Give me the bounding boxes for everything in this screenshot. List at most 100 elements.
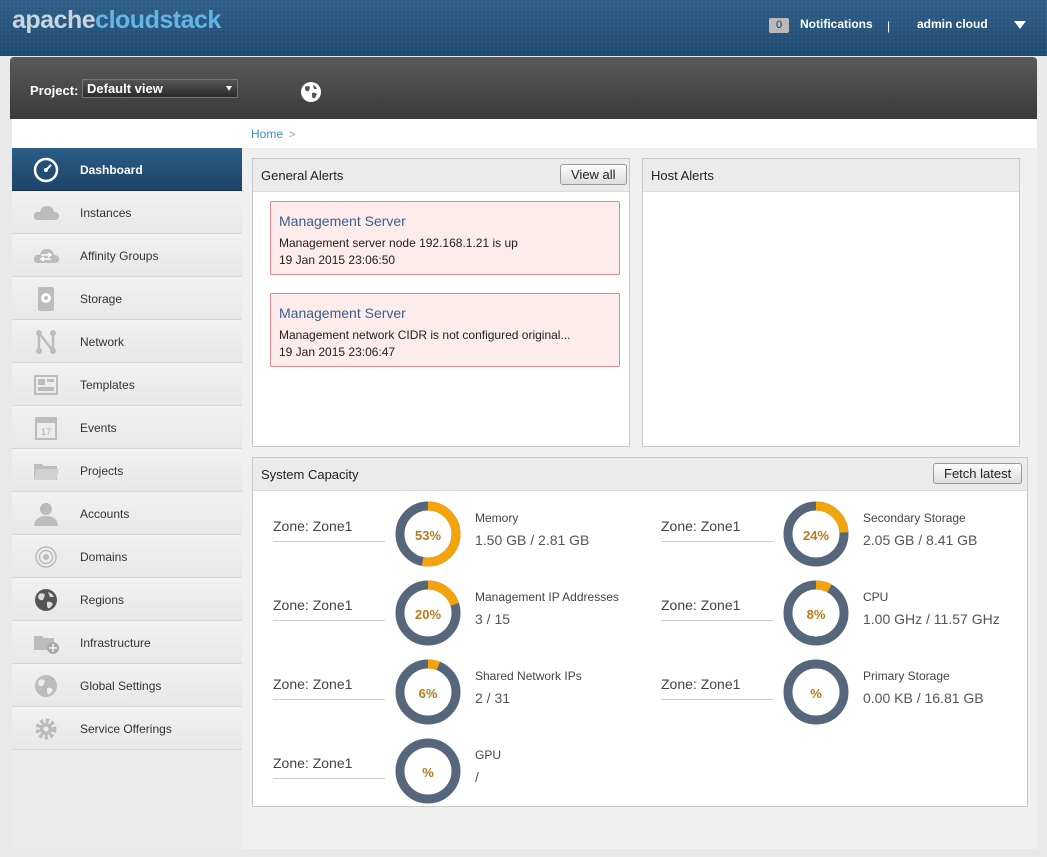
alert-message: Management server node 192.168.1.21 is u… bbox=[279, 236, 518, 250]
sidebar-item-global-settings[interactable]: Global Settings bbox=[12, 664, 242, 707]
region-globe-icon[interactable] bbox=[300, 81, 322, 103]
cloud-icon bbox=[33, 206, 59, 220]
sidebar-item-instances[interactable]: Instances bbox=[12, 191, 242, 234]
folder-icon bbox=[34, 464, 59, 480]
capacity-item-secondary-storage: Zone: Zone1 24% Secondary Storage 2.05 G… bbox=[661, 501, 1021, 573]
alert-date: 19 Jan 2015 23:06:47 bbox=[279, 345, 396, 359]
sidebar-item-service-offerings[interactable]: Service Offerings bbox=[12, 707, 242, 750]
sidebar-item-accounts[interactable]: Accounts bbox=[12, 492, 242, 535]
capacity-item-gpu: Zone: Zone1 % GPU / bbox=[273, 738, 653, 810]
capacity-value: 0.00 KB / 16.81 GB bbox=[863, 690, 984, 706]
capacity-item-memory: Zone: Zone1 53% Memory 1.50 GB / 2.81 GB bbox=[273, 501, 653, 573]
sidebar-item-dashboard[interactable]: Dashboard bbox=[12, 148, 242, 191]
sidebar-item-storage[interactable]: Storage bbox=[12, 277, 242, 320]
header-separator: | bbox=[887, 19, 891, 33]
sidebar-top-spacer bbox=[12, 119, 242, 148]
capacity-name: Secondary Storage bbox=[863, 511, 966, 525]
notification-count-badge[interactable]: 0 bbox=[769, 18, 789, 33]
sidebar-item-network[interactable]: Network bbox=[12, 320, 242, 363]
capacity-value: 3 / 15 bbox=[475, 611, 511, 627]
capacity-zone: Zone: Zone1 bbox=[273, 597, 385, 621]
capacity-value: 2.05 GB / 8.41 GB bbox=[863, 532, 978, 548]
host-alerts-panel: Host Alerts bbox=[642, 158, 1020, 447]
general-alerts-header: General Alerts View all bbox=[253, 159, 629, 192]
sidebar-item-label: Service Offerings bbox=[80, 722, 172, 736]
alert-item[interactable]: Management Server Management network CID… bbox=[270, 293, 620, 367]
sidebar-item-affinity-groups[interactable]: Affinity Groups bbox=[12, 234, 242, 277]
breadcrumb: Home > bbox=[242, 119, 1037, 148]
system-capacity-title: System Capacity bbox=[261, 467, 359, 482]
system-capacity-panel: System Capacity Fetch latest Zone: Zone1… bbox=[252, 457, 1028, 807]
sidebar-item-infrastructure[interactable]: Infrastructure bbox=[12, 621, 242, 664]
capacity-zone: Zone: Zone1 bbox=[661, 597, 773, 621]
capacity-zone: Zone: Zone1 bbox=[661, 676, 773, 700]
capacity-zone: Zone: Zone1 bbox=[273, 755, 385, 779]
infrastructure-icon bbox=[34, 636, 59, 654]
domains-icon bbox=[35, 546, 57, 568]
project-select-value: Default view bbox=[87, 81, 163, 96]
capacity-item-shared-network-ips: Zone: Zone1 6% Shared Network IPs 2 / 31 bbox=[273, 659, 653, 731]
dashboard-icon bbox=[33, 157, 59, 183]
top-header: apachecloudstack 0 Notifications | admin… bbox=[0, 0, 1047, 56]
capacity-percent: % bbox=[810, 686, 822, 701]
breadcrumb-separator: > bbox=[289, 129, 296, 141]
capacity-item-cpu: Zone: Zone1 8% CPU 1.00 GHz / 11.57 GHz bbox=[661, 580, 1021, 652]
fetch-latest-button[interactable]: Fetch latest bbox=[933, 463, 1023, 484]
alert-item[interactable]: Management Server Management server node… bbox=[270, 201, 620, 275]
sidebar-item-label: Projects bbox=[80, 464, 124, 478]
sidebar-item-label: Network bbox=[80, 335, 125, 349]
select-caret-icon bbox=[226, 86, 232, 91]
sidebar-item-label: Templates bbox=[80, 378, 135, 392]
view-all-button[interactable]: View all bbox=[560, 164, 627, 185]
user-menu[interactable]: admin cloud bbox=[917, 17, 988, 31]
breadcrumb-home-link[interactable]: Home bbox=[251, 127, 283, 141]
calendar-icon: 17 bbox=[35, 417, 57, 440]
sidebar-item-label: Global Settings bbox=[80, 679, 162, 693]
capacity-percent: 6% bbox=[418, 686, 438, 701]
capacity-name: Shared Network IPs bbox=[475, 669, 582, 683]
sidebar-item-label: Instances bbox=[80, 206, 132, 220]
sidebar-item-label: Accounts bbox=[80, 507, 130, 521]
sidebar-item-label: Affinity Groups bbox=[80, 249, 159, 263]
sidebar-item-projects[interactable]: Projects bbox=[12, 449, 242, 492]
general-alerts-panel: General Alerts View all Management Serve… bbox=[252, 158, 630, 447]
capacity-value: 2 / 31 bbox=[475, 690, 511, 706]
sidebar: Dashboard Instances Affinity Groups Stor… bbox=[12, 119, 242, 849]
capacity-zone: Zone: Zone1 bbox=[273, 518, 385, 542]
globe-icon bbox=[35, 589, 57, 611]
alert-title: Management Server bbox=[279, 305, 406, 321]
notifications-link[interactable]: Notifications bbox=[800, 17, 873, 31]
user-menu-chevron-down-icon[interactable] bbox=[1014, 21, 1026, 29]
global-settings-icon bbox=[35, 675, 57, 697]
sidebar-item-regions[interactable]: Regions bbox=[12, 578, 242, 621]
capacity-zone: Zone: Zone1 bbox=[661, 518, 773, 542]
alert-message: Management network CIDR is not configure… bbox=[279, 328, 571, 342]
cloudstack-logo[interactable]: apachecloudstack bbox=[12, 6, 221, 35]
sidebar-item-label: Storage bbox=[80, 292, 123, 306]
general-alerts-title: General Alerts bbox=[261, 168, 344, 183]
capacity-item-primary-storage: Zone: Zone1 % Primary Storage 0.00 KB / … bbox=[661, 659, 1021, 731]
sidebar-item-label: Dashboard bbox=[80, 163, 143, 177]
sidebar-item-events[interactable]: 17 Events bbox=[12, 406, 242, 449]
project-label: Project: bbox=[30, 83, 79, 98]
capacity-name: GPU bbox=[475, 748, 502, 762]
capacity-percent: 8% bbox=[806, 607, 826, 622]
user-icon bbox=[34, 503, 58, 526]
project-select[interactable]: Default view bbox=[82, 79, 238, 98]
capacity-value: 1.50 GB / 2.81 GB bbox=[475, 532, 590, 548]
capacity-name: CPU bbox=[863, 590, 889, 604]
templates-icon bbox=[34, 375, 58, 395]
capacity-name: Primary Storage bbox=[863, 669, 950, 683]
sidebar-item-label: Infrastructure bbox=[80, 636, 151, 650]
capacity-percent: 24% bbox=[802, 528, 830, 543]
sidebar-item-domains[interactable]: Domains bbox=[12, 535, 242, 578]
sidebar-item-templates[interactable]: Templates bbox=[12, 363, 242, 406]
affinity-icon bbox=[33, 249, 59, 263]
capacity-percent: 53% bbox=[414, 528, 442, 543]
host-alerts-title: Host Alerts bbox=[651, 168, 714, 183]
project-bar: Project: Default view bbox=[10, 57, 1037, 119]
capacity-value: 1.00 GHz / 11.57 GHz bbox=[863, 611, 1000, 627]
capacity-name: Management IP Addresses bbox=[475, 590, 619, 604]
capacity-name: Memory bbox=[475, 511, 519, 525]
gear-icon bbox=[35, 718, 57, 740]
